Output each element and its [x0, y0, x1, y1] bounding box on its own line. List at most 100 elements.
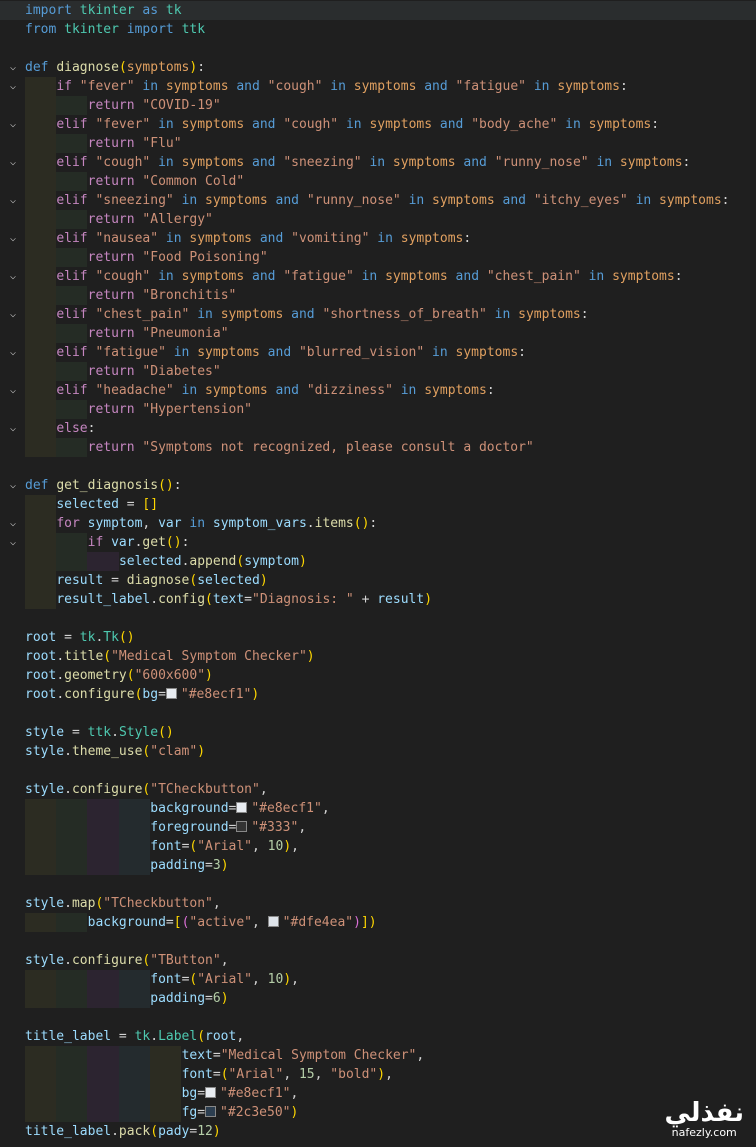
- code-text: fg= "#2c3e50"): [181, 1105, 299, 1120]
- code-line[interactable]: [0, 609, 756, 628]
- code-line[interactable]: [0, 761, 756, 780]
- code-line[interactable]: style.configure("TButton",: [0, 951, 756, 970]
- code-text: return "Food Poisoning": [87, 250, 268, 265]
- code-line[interactable]: selected.append(symptom): [0, 552, 756, 571]
- code-line[interactable]: bg= "#e8ecf1",: [0, 1084, 756, 1103]
- fold-chevron-icon[interactable]: ⌵: [8, 343, 18, 362]
- code-text: return "Allergy": [87, 212, 213, 227]
- code-line[interactable]: ⌵ def get_diagnosis():: [0, 476, 756, 495]
- code-line[interactable]: from tkinter import ttk: [0, 20, 756, 39]
- code-line[interactable]: import tkinter as tk: [0, 1, 756, 20]
- code-line[interactable]: return "Pneumonia": [0, 324, 756, 343]
- code-text: if "fever" in symptoms and "cough" in sy…: [56, 79, 628, 94]
- code-line[interactable]: selected = []: [0, 495, 756, 514]
- fold-chevron-icon[interactable]: ⌵: [8, 153, 18, 172]
- code-line[interactable]: return "Food Poisoning": [0, 248, 756, 267]
- code-text: foreground= "#333",: [150, 820, 307, 835]
- code-text: title_label.pack(pady=12): [25, 1124, 221, 1139]
- code-line[interactable]: ⌵ elif "cough" in symptoms and "fatigue"…: [0, 267, 756, 286]
- code-line[interactable]: root = tk.Tk(): [0, 628, 756, 647]
- code-line[interactable]: ⌵ elif "headache" in symptoms and "dizzi…: [0, 381, 756, 400]
- code-line[interactable]: font=("Arial", 10),: [0, 970, 756, 989]
- code-text: def get_diagnosis():: [25, 478, 182, 493]
- code-line[interactable]: ⌵ elif "cough" in symptoms and "sneezing…: [0, 153, 756, 172]
- color-swatch-icon[interactable]: [267, 916, 279, 927]
- fold-chevron-icon[interactable]: ⌵: [8, 381, 18, 400]
- code-text: selected.append(symptom): [118, 554, 307, 569]
- fold-chevron-icon[interactable]: ⌵: [8, 305, 18, 324]
- code-text: text="Medical Symptom Checker",: [181, 1048, 425, 1063]
- code-text: import tkinter as tk: [25, 3, 182, 18]
- code-line[interactable]: [0, 704, 756, 723]
- code-line[interactable]: return "Hypertension": [0, 400, 756, 419]
- fold-chevron-icon[interactable]: ⌵: [8, 58, 18, 77]
- code-text: elif "chest_pain" in symptoms and "short…: [56, 307, 589, 322]
- code-line[interactable]: ⌵ elif "sneezing" in symptoms and "runny…: [0, 191, 756, 210]
- code-line[interactable]: return "Common Cold": [0, 172, 756, 191]
- code-line[interactable]: ⌵ elif "fever" in symptoms and "cough" i…: [0, 115, 756, 134]
- color-swatch-icon[interactable]: [236, 802, 248, 813]
- code-line[interactable]: root.configure(bg= "#e8ecf1"): [0, 685, 756, 704]
- code-line[interactable]: ⌵ if "fever" in symptoms and "cough" in …: [0, 77, 756, 96]
- code-text: style.theme_use("clam"): [25, 744, 206, 759]
- code-line[interactable]: style = ttk.Style(): [0, 723, 756, 742]
- code-editor[interactable]: import tkinter as tk from tkinter import …: [0, 0, 756, 1147]
- code-line[interactable]: [0, 1008, 756, 1027]
- code-line[interactable]: background= "#e8ecf1",: [0, 799, 756, 818]
- code-line[interactable]: title_label.pack(pady=12): [0, 1122, 756, 1141]
- code-line[interactable]: foreground= "#333",: [0, 818, 756, 837]
- fold-chevron-icon[interactable]: ⌵: [8, 191, 18, 210]
- code-text: elif "sneezing" in symptoms and "runny_n…: [56, 193, 730, 208]
- code-line[interactable]: style.theme_use("clam"): [0, 742, 756, 761]
- code-text: style = ttk.Style(): [25, 725, 174, 740]
- code-line[interactable]: text="Medical Symptom Checker",: [0, 1046, 756, 1065]
- code-line[interactable]: root.geometry("600x600"): [0, 666, 756, 685]
- fold-chevron-icon[interactable]: ⌵: [8, 419, 18, 438]
- code-text: root.geometry("600x600"): [25, 668, 213, 683]
- fold-chevron-icon[interactable]: ⌵: [8, 267, 18, 286]
- color-swatch-icon[interactable]: [205, 1087, 217, 1098]
- code-line[interactable]: [0, 932, 756, 951]
- code-line[interactable]: [0, 457, 756, 476]
- color-swatch-icon[interactable]: [165, 688, 177, 699]
- fold-chevron-icon[interactable]: ⌵: [8, 77, 18, 96]
- color-swatch-icon[interactable]: [205, 1106, 217, 1117]
- code-line[interactable]: [0, 39, 756, 58]
- code-line[interactable]: return "Diabetes": [0, 362, 756, 381]
- code-line[interactable]: padding=6): [0, 989, 756, 1008]
- code-line[interactable]: background=[("active", "#dfe4ea")]): [0, 913, 756, 932]
- fold-chevron-icon[interactable]: ⌵: [8, 476, 18, 495]
- fold-chevron-icon[interactable]: ⌵: [8, 514, 18, 533]
- code-line[interactable]: ⌵ if var.get():: [0, 533, 756, 552]
- watermark-latin: nafezly.com: [671, 1126, 737, 1139]
- code-text: title_label = tk.Label(root,: [25, 1029, 245, 1044]
- code-line[interactable]: return "Symptoms not recognized, please …: [0, 438, 756, 457]
- color-swatch-icon[interactable]: [236, 821, 248, 832]
- code-line[interactable]: fg= "#2c3e50"): [0, 1103, 756, 1122]
- code-line[interactable]: return "Bronchitis": [0, 286, 756, 305]
- code-text: bg= "#e8ecf1",: [181, 1086, 299, 1101]
- code-line[interactable]: ⌵ def diagnose(symptoms):: [0, 58, 756, 77]
- code-line[interactable]: style.map("TCheckbutton",: [0, 894, 756, 913]
- code-line[interactable]: return "Flu": [0, 134, 756, 153]
- code-line[interactable]: ⌵ elif "chest_pain" in symptoms and "sho…: [0, 305, 756, 324]
- fold-chevron-icon[interactable]: ⌵: [8, 533, 18, 552]
- code-line[interactable]: style.configure("TCheckbutton",: [0, 780, 756, 799]
- code-line[interactable]: root.title("Medical Symptom Checker"): [0, 647, 756, 666]
- code-line[interactable]: font=("Arial", 15, "bold"),: [0, 1065, 756, 1084]
- code-line[interactable]: result_label.config(text="Diagnosis: " +…: [0, 590, 756, 609]
- code-line[interactable]: result = diagnose(selected): [0, 571, 756, 590]
- code-line[interactable]: font=("Arial", 10),: [0, 837, 756, 856]
- code-line[interactable]: ⌵ else:: [0, 419, 756, 438]
- code-text: return "Bronchitis": [87, 288, 237, 303]
- code-line[interactable]: padding=3): [0, 856, 756, 875]
- fold-chevron-icon[interactable]: ⌵: [8, 229, 18, 248]
- code-line[interactable]: ⌵ elif "fatigue" in symptoms and "blurre…: [0, 343, 756, 362]
- code-line[interactable]: return "Allergy": [0, 210, 756, 229]
- code-line[interactable]: return "COVID-19": [0, 96, 756, 115]
- code-line[interactable]: [0, 875, 756, 894]
- code-line[interactable]: title_label = tk.Label(root,: [0, 1027, 756, 1046]
- code-line[interactable]: ⌵ elif "nausea" in symptoms and "vomitin…: [0, 229, 756, 248]
- fold-chevron-icon[interactable]: ⌵: [8, 115, 18, 134]
- code-line[interactable]: ⌵ for symptom, var in symptom_vars.items…: [0, 514, 756, 533]
